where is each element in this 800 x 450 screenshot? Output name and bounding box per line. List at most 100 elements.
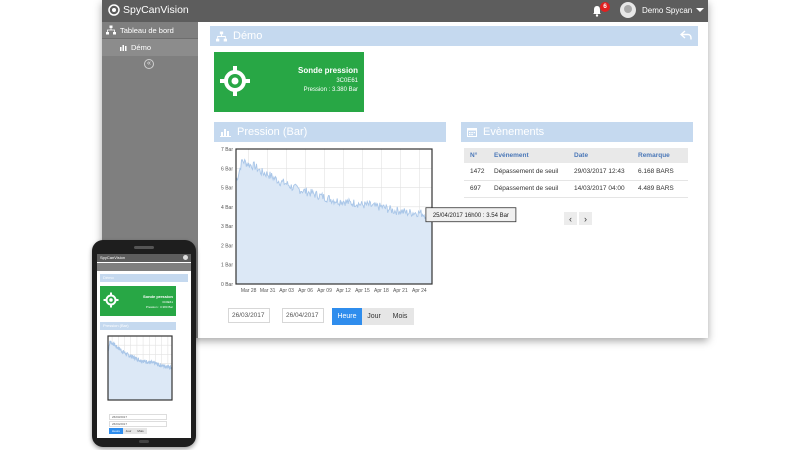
sidebar-item-label: Démo [131, 43, 152, 52]
sensor-card[interactable]: Sonde pression 3C0E61 Pression : 3.380 B… [214, 52, 364, 112]
table-cell: 697 [464, 180, 488, 198]
main-content: Démo Sonde pression 3C0E61 Pression : 3.… [198, 22, 708, 338]
granularity-month-button[interactable]: Mois [386, 308, 414, 325]
y-tick-label: 3 Bar [221, 224, 233, 230]
date-from-input[interactable]: 26/03/2017 [228, 308, 270, 323]
table-cell: 29/03/2017 12:43 [568, 163, 632, 181]
mobile-app-name: SpyCanVision [100, 255, 126, 260]
date-to-input[interactable]: 26/04/2017 [282, 308, 324, 323]
notifications-button[interactable]: 6 [592, 2, 610, 22]
previous-page-button[interactable]: ‹ [564, 212, 577, 225]
table-row[interactable]: 1472 Dépassement de seuil 29/03/2017 12:… [464, 163, 688, 181]
phone-speaker [134, 246, 154, 249]
logo-icon [108, 4, 120, 16]
x-tick-label: Apr 15 [355, 288, 370, 294]
x-tick-label: Apr 03 [279, 288, 294, 294]
x-tick-label: Apr 18 [374, 288, 389, 294]
y-tick-label: 4 Bar [221, 205, 233, 211]
x-tick-label: Mar 31 [260, 288, 276, 294]
mobile-pressure-header: Pression (Bar) [100, 322, 176, 330]
x-tick-label: Mar 28 [241, 288, 257, 294]
column-header[interactable]: N° [464, 148, 488, 163]
mobile-sensor-id: 3C0E61 [162, 300, 173, 304]
y-tick-label: 6 Bar [221, 166, 233, 172]
mobile-day-button[interactable]: Jour [123, 428, 134, 434]
series-area [108, 341, 172, 400]
phone-screen: SpyCanVision Démo Sonde pression 3C0E61 … [97, 254, 191, 438]
notification-badge: 6 [600, 2, 610, 12]
table-row[interactable]: 697 Dépassement de seuil 14/03/2017 04:0… [464, 180, 688, 198]
granularity-hour-button[interactable]: Heure [332, 308, 362, 325]
calendar-icon [467, 128, 477, 137]
events-panel-header: Evènements [461, 122, 693, 142]
mobile-month-button[interactable]: Mois [134, 428, 147, 434]
page-title: Démo [233, 30, 263, 42]
crosshair-icon [220, 66, 250, 96]
back-arrow-icon[interactable] [680, 30, 692, 41]
mobile-nav-bar [97, 263, 191, 271]
x-tick-label: Apr 21 [393, 288, 408, 294]
mobile-page-title: Démo [103, 275, 114, 280]
sidebar-item-demo[interactable]: Démo [102, 39, 198, 56]
avatar [620, 2, 636, 18]
granularity-day-button[interactable]: Jour [362, 308, 386, 325]
table-cell: 6.168 BARS [632, 163, 688, 181]
pressure-panel-title: Pression (Bar) [237, 126, 308, 138]
mobile-pressure-chart[interactable] [100, 334, 176, 412]
y-tick-label: 2 Bar [221, 243, 233, 249]
y-tick-label: 7 Bar [221, 147, 233, 153]
table-header-row: N° Evénement Date Remarque [464, 148, 688, 163]
user-name: Demo Spycan [642, 5, 693, 15]
mobile-sensor-pressure: Pression : 3.380 Bar [145, 305, 173, 309]
x-tick-label: Apr 06 [298, 288, 313, 294]
top-bar: SpyCanVision 6 Demo Spycan [102, 0, 708, 22]
page-header: Démo [210, 26, 698, 46]
column-header[interactable]: Remarque [632, 148, 688, 163]
y-tick-label: 0 Bar [221, 282, 233, 288]
sidebar-item-label: Tableau de bord [120, 25, 174, 35]
table-cell: 1472 [464, 163, 488, 181]
y-tick-label: 1 Bar [221, 263, 233, 269]
mobile-date-from[interactable]: 26/03/2017 [109, 414, 167, 420]
collapse-sidebar-button[interactable]: « [144, 59, 154, 69]
chevron-down-icon [696, 8, 705, 12]
mobile-date-to[interactable]: 26/04/2017 [109, 421, 167, 427]
bar-chart-icon [220, 129, 231, 137]
sensor-id: 3C0E61 [336, 78, 358, 84]
x-tick-label: Apr 24 [412, 288, 427, 294]
table-cell: 14/03/2017 04:00 [568, 180, 632, 198]
events-table: N° Evénement Date Remarque 1472 Dépassem… [464, 148, 688, 198]
events-panel-title: Evènements [483, 126, 545, 138]
column-header[interactable]: Date [568, 148, 632, 163]
table-cell: Dépassement de seuil [488, 180, 568, 198]
mobile-sensor-card[interactable]: Sonde pression 3C0E61 Pression : 3.380 B… [100, 286, 176, 316]
mobile-pressure-title: Pression (Bar) [103, 323, 129, 328]
sidebar-item-dashboard[interactable]: Tableau de bord [102, 22, 198, 39]
sitemap-icon [216, 31, 227, 41]
mobile-sensor-name: Sonde pression [142, 294, 173, 299]
sensor-pressure: Pression : 3.380 Bar [303, 87, 358, 93]
table-cell: 4.489 BARS [632, 180, 688, 198]
sitemap-icon [106, 25, 116, 35]
phone-home-button[interactable] [139, 440, 149, 443]
mobile-page-header: Démo [100, 274, 188, 282]
next-page-button[interactable]: › [579, 212, 592, 225]
x-tick-label: Apr 12 [336, 288, 351, 294]
pressure-panel-header: Pression (Bar) [214, 122, 446, 142]
x-tick-label: Apr 09 [317, 288, 332, 294]
phone-mockup: SpyCanVision Démo Sonde pression 3C0E61 … [92, 240, 196, 447]
chart-tooltip-text: 25/04/2017 16h00 : 3.54 Bar [433, 213, 509, 219]
series-area [236, 159, 432, 284]
sensor-name: Sonde pression [297, 66, 358, 75]
table-cell: Dépassement de seuil [488, 163, 568, 181]
column-header[interactable]: Evénement [488, 148, 568, 163]
mobile-top-bar: SpyCanVision [97, 254, 191, 262]
user-menu[interactable]: Demo Spycan [620, 2, 705, 18]
crosshair-icon [103, 292, 119, 308]
app-name: SpyCanVision [123, 4, 189, 16]
bar-chart-icon [120, 45, 127, 51]
mobile-avatar[interactable] [183, 255, 188, 260]
y-tick-label: 5 Bar [221, 186, 233, 192]
app-logo[interactable]: SpyCanVision [108, 4, 189, 16]
mobile-hour-button[interactable]: Heure [109, 428, 123, 434]
